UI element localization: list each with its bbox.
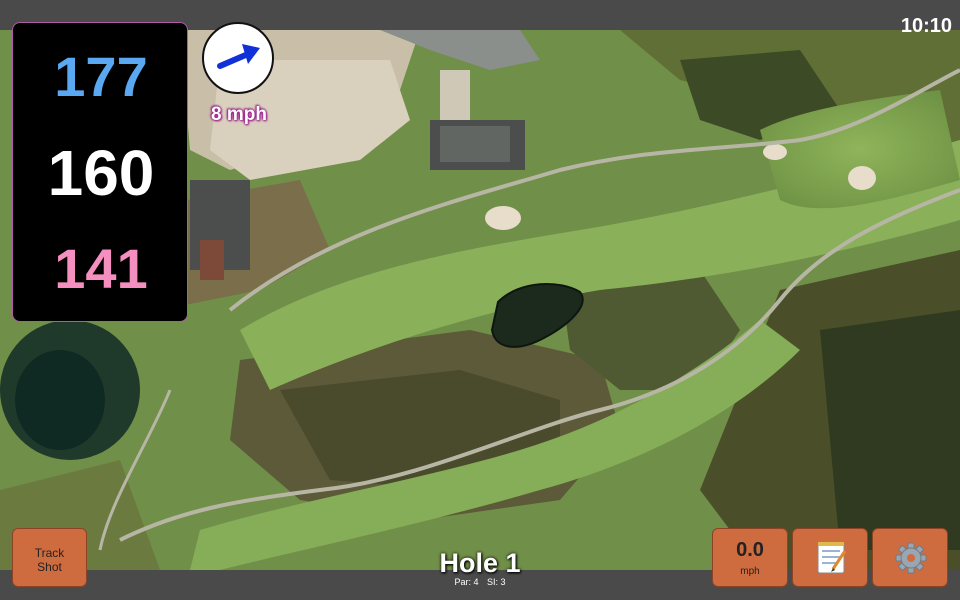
wind-indicator[interactable] [202,22,274,94]
gear-icon [895,542,927,574]
wind-speed: 8 mph [211,104,267,125]
hole-title: Hole 1 [439,548,521,578]
speed-value: 0.0 [736,539,764,561]
distance-panel[interactable]: 177 160 141 [12,22,188,322]
hole-meta: Par: 4 SI: 3 [380,577,580,587]
hole-stroke-index: SI: 3 [487,577,506,587]
speed-unit: mph [740,566,760,577]
arrow-icon [217,44,260,69]
notes-button[interactable] [792,528,868,587]
settings-button[interactable] [872,528,948,587]
back-distance: 177 [54,45,148,108]
clock-time: 10:10 [900,15,952,37]
track-shot-label-line2: Shot [37,560,62,574]
track-shot-label-line1: Track [34,546,65,560]
notepad-icon [817,542,847,574]
speed-button[interactable]: 0.0 mph [712,528,788,587]
track-shot-button[interactable]: Track Shot [12,528,87,587]
hole-par: Par: 4 [454,577,479,587]
front-distance: 141 [54,237,148,300]
center-distance: 160 [47,137,155,209]
